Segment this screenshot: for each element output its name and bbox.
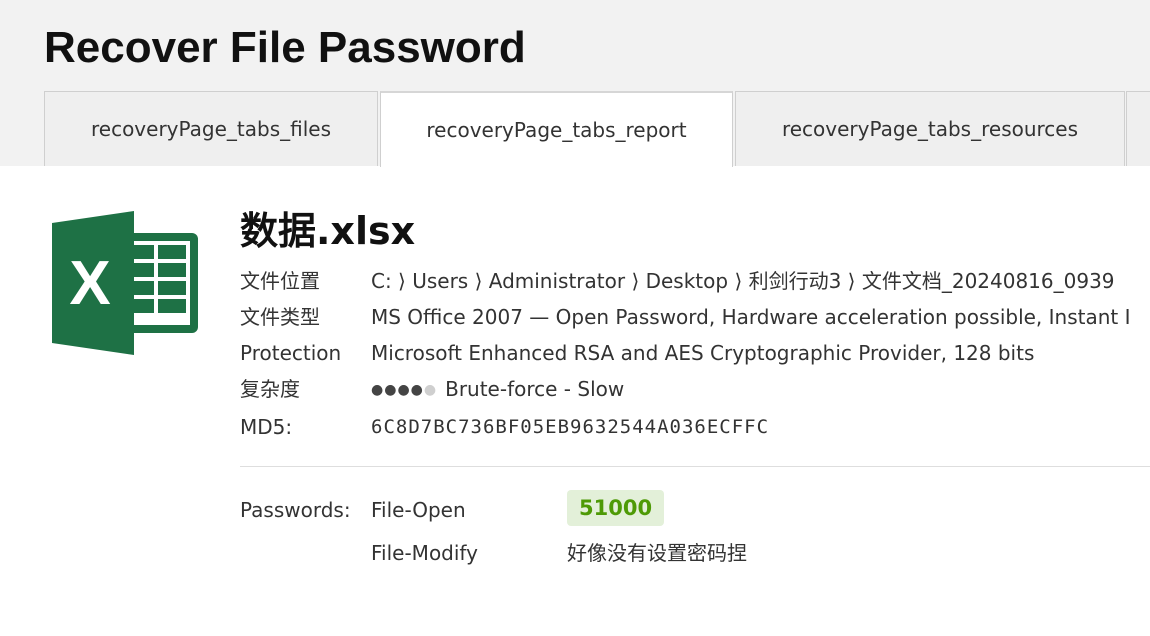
complexity-text: Brute-force - Slow bbox=[445, 377, 625, 401]
complexity-dot-filled: ● bbox=[384, 382, 398, 398]
tab-files[interactable]: recoveryPage_tabs_files bbox=[44, 91, 378, 166]
page-title: Recover File Password bbox=[44, 23, 526, 72]
svg-text:X: X bbox=[69, 249, 110, 318]
tab-overflow[interactable] bbox=[1126, 91, 1150, 166]
complexity-label: 复杂度 bbox=[240, 377, 300, 401]
complexity-dot-filled: ● bbox=[397, 382, 411, 398]
file-modify-password: 好像没有设置密码捏 bbox=[567, 541, 747, 565]
passwords-label: Passwords: bbox=[240, 498, 351, 522]
page-header: Recover File Password recoveryPage_tabs_… bbox=[0, 0, 1150, 167]
section-divider bbox=[240, 466, 1150, 467]
complexity-dot-filled: ● bbox=[410, 382, 424, 398]
tab-resources[interactable]: recoveryPage_tabs_resources bbox=[735, 91, 1125, 166]
file-location-path: C: ⟩ Users ⟩ Administrator ⟩ Desktop ⟩ 利… bbox=[371, 269, 1115, 293]
file-modify-label: File-Modify bbox=[371, 541, 478, 565]
complexity-value: ●●●●● Brute-force - Slow bbox=[371, 374, 624, 405]
protection-label: Protection bbox=[240, 341, 342, 365]
file-open-password[interactable]: 51000 bbox=[567, 490, 665, 526]
md5-label: MD5: bbox=[240, 415, 293, 439]
protection-value: Microsoft Enhanced RSA and AES Cryptogra… bbox=[371, 341, 1035, 365]
file-open-label: File-Open bbox=[371, 498, 466, 522]
file-location-label: 文件位置 bbox=[240, 269, 320, 293]
excel-icon: X bbox=[52, 211, 198, 355]
file-type-value: MS Office 2007 — Open Password, Hardware… bbox=[371, 305, 1131, 329]
complexity-dot-filled: ● bbox=[371, 382, 385, 398]
file-name: 数据.xlsx bbox=[240, 209, 416, 253]
file-type-label: 文件类型 bbox=[240, 305, 320, 329]
complexity-dots: ●●●●● bbox=[371, 375, 437, 405]
complexity-dot-empty: ● bbox=[423, 382, 438, 398]
md5-value: 6C8D7BC736BF05EB9632544A036ECFFC bbox=[371, 416, 770, 438]
tab-report[interactable]: recoveryPage_tabs_report bbox=[380, 91, 733, 167]
